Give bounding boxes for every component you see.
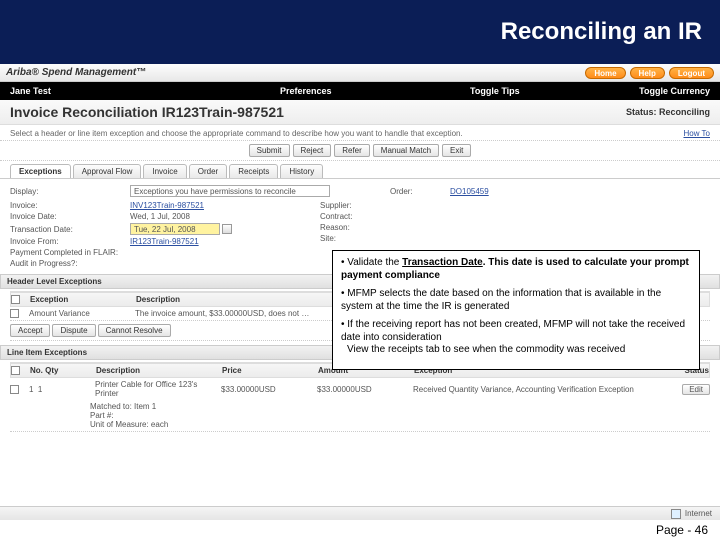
invoice-date-value: Wed, 1 Jul, 2008 [130, 212, 190, 221]
calendar-icon[interactable] [222, 224, 232, 234]
slide-title-bar: Reconciling an IR [0, 0, 720, 64]
internet-zone-text: Internet [685, 509, 712, 518]
invoice-label: Invoice: [10, 201, 130, 210]
row-exception-desc: The invoice amount, $33.00000USD, does n… [135, 309, 309, 318]
tab-history[interactable]: History [280, 164, 323, 178]
transaction-date-input[interactable]: Tue, 22 Jul, 2008 [130, 223, 220, 235]
invoice-from-label: Invoice From: [10, 237, 130, 246]
browser-statusbar: Internet [0, 506, 720, 520]
unit-of-measure: Unit of Measure: each [90, 420, 168, 429]
audit-label: Audit in Progress?: [10, 259, 130, 268]
left-fields: Invoice: INV123Train-987521 Invoice Date… [10, 199, 320, 270]
page-number: Page - 46 [656, 523, 708, 537]
site-label: Site: [320, 234, 380, 243]
manual-match-button[interactable]: Manual Match [373, 144, 439, 157]
instruction-row: Select a header or line item exception a… [0, 125, 720, 141]
display-select[interactable]: Exceptions you have permissions to recon… [130, 185, 330, 197]
row-no: 1 [29, 385, 33, 394]
tab-receipts[interactable]: Receipts [229, 164, 278, 178]
nav-preferences[interactable]: Preferences [280, 86, 332, 96]
invoice-date-label: Invoice Date: [10, 212, 130, 221]
line-exceptions-title: Line Item Exceptions [7, 348, 87, 357]
col-qty: Qty [45, 366, 58, 375]
ariba-top-bar: Ariba® Spend Management™ Home Help Logou… [0, 64, 720, 82]
row-exception-name: Amount Variance [29, 309, 129, 318]
row-checkbox[interactable] [10, 309, 19, 318]
dispute-button[interactable]: Dispute [52, 324, 95, 337]
invoice-link[interactable]: INV123Train-987521 [130, 201, 204, 210]
matched-to: Matched to: Item 1 [90, 402, 156, 411]
display-row: Display: Exceptions you have permissions… [10, 185, 710, 197]
line-item-row: 1 1 Printer Cable for Office 123's Print… [10, 378, 710, 400]
transaction-date-label: Transaction Date: [10, 225, 130, 234]
tab-approval-flow[interactable]: Approval Flow [73, 164, 142, 178]
page-title-bar: Invoice Reconciliation IR123Train-987521… [0, 100, 720, 125]
nav-bar: Jane Test Preferences Toggle Tips Toggle… [0, 82, 720, 100]
home-button[interactable]: Home [585, 67, 625, 79]
order-label: Order: [390, 187, 450, 196]
edit-button[interactable]: Edit [682, 384, 710, 395]
callout-bullet-1: • Validate the Transaction Date. This da… [341, 257, 691, 282]
instruction-text: Select a header or line item exception a… [10, 129, 463, 138]
nav-toggle-currency[interactable]: Toggle Currency [639, 86, 710, 96]
col-description-li: Description [96, 366, 216, 375]
internet-zone-icon [671, 509, 681, 519]
tab-bar: Exceptions Approval Flow Invoice Order R… [0, 161, 720, 179]
row-desc: Printer Cable for Office 123's Printer [95, 380, 215, 398]
callout-b3b: View the receipts tab to see when the co… [341, 344, 625, 357]
action-row: Submit Reject Refer Manual Match Exit [0, 141, 720, 161]
supplier-label: Supplier: [320, 201, 380, 210]
nav-toggle-tips[interactable]: Toggle Tips [470, 86, 520, 96]
status-label: Status: [626, 107, 657, 117]
help-button[interactable]: Help [630, 67, 665, 79]
refer-button[interactable]: Refer [334, 144, 370, 157]
row-qty: 1 [38, 385, 42, 394]
callout-b1-strong: Transaction Date [402, 257, 483, 268]
logout-button[interactable]: Logout [669, 67, 714, 79]
callout-bullet-2: • MFMP selects the date based on the inf… [341, 288, 691, 313]
callout-b3a: • If the receiving report has not been c… [341, 319, 685, 343]
page-title: Invoice Reconciliation IR123Train-987521 [10, 104, 284, 120]
part-number: Part #: [90, 411, 114, 420]
line-row-checkbox[interactable] [10, 385, 19, 394]
reason-label: Reason: [320, 223, 380, 232]
exit-button[interactable]: Exit [442, 144, 471, 157]
slide-title: Reconciling an IR [501, 18, 702, 46]
nav-user: Jane Test [10, 86, 51, 96]
order-link[interactable]: DO105459 [450, 187, 489, 196]
contract-label: Contract: [320, 212, 380, 221]
row-amount: $33.00000USD [317, 385, 407, 394]
payment-completed-label: Payment Completed in FLAIR: [10, 248, 140, 257]
row-exception: Received Quantity Variance, Accounting V… [413, 385, 660, 394]
tab-order[interactable]: Order [189, 164, 227, 178]
line-select-all-checkbox[interactable] [11, 366, 20, 375]
instruction-callout: • Validate the Transaction Date. This da… [332, 250, 700, 370]
submit-button[interactable]: Submit [249, 144, 290, 157]
callout-b1-prefix: • Validate the [341, 257, 402, 268]
tab-invoice[interactable]: Invoice [143, 164, 186, 178]
header-exceptions-title: Header Level Exceptions [7, 277, 102, 286]
col-no: No. [30, 366, 43, 375]
tab-exceptions[interactable]: Exceptions [10, 164, 71, 178]
col-exception: Exception [30, 295, 130, 304]
top-buttons: Home Help Logout [585, 67, 714, 79]
status-value: Reconciling [659, 107, 710, 117]
display-label: Display: [10, 187, 130, 196]
line-item-details: Matched to: Item 1 Part #: Unit of Measu… [10, 400, 710, 431]
col-price: Price [222, 366, 312, 375]
line-exceptions-grid: No. Qty Description Price Amount Excepti… [10, 362, 710, 432]
row-price: $33.00000USD [221, 385, 311, 394]
slide-footer: Page - 46 [0, 520, 720, 540]
invoice-from-link[interactable]: IR123Train-987521 [130, 237, 199, 246]
select-all-checkbox[interactable] [11, 295, 20, 304]
accept-button[interactable]: Accept [10, 324, 50, 337]
reject-button[interactable]: Reject [293, 144, 332, 157]
howto-link[interactable]: How To [683, 129, 710, 138]
brand-label: Ariba® Spend Management™ [6, 67, 146, 78]
col-description: Description [136, 295, 180, 304]
status-badge: Status: Reconciling [626, 107, 710, 117]
callout-bullet-3: • If the receiving report has not been c… [341, 319, 691, 357]
cannot-resolve-button[interactable]: Cannot Resolve [98, 324, 171, 337]
